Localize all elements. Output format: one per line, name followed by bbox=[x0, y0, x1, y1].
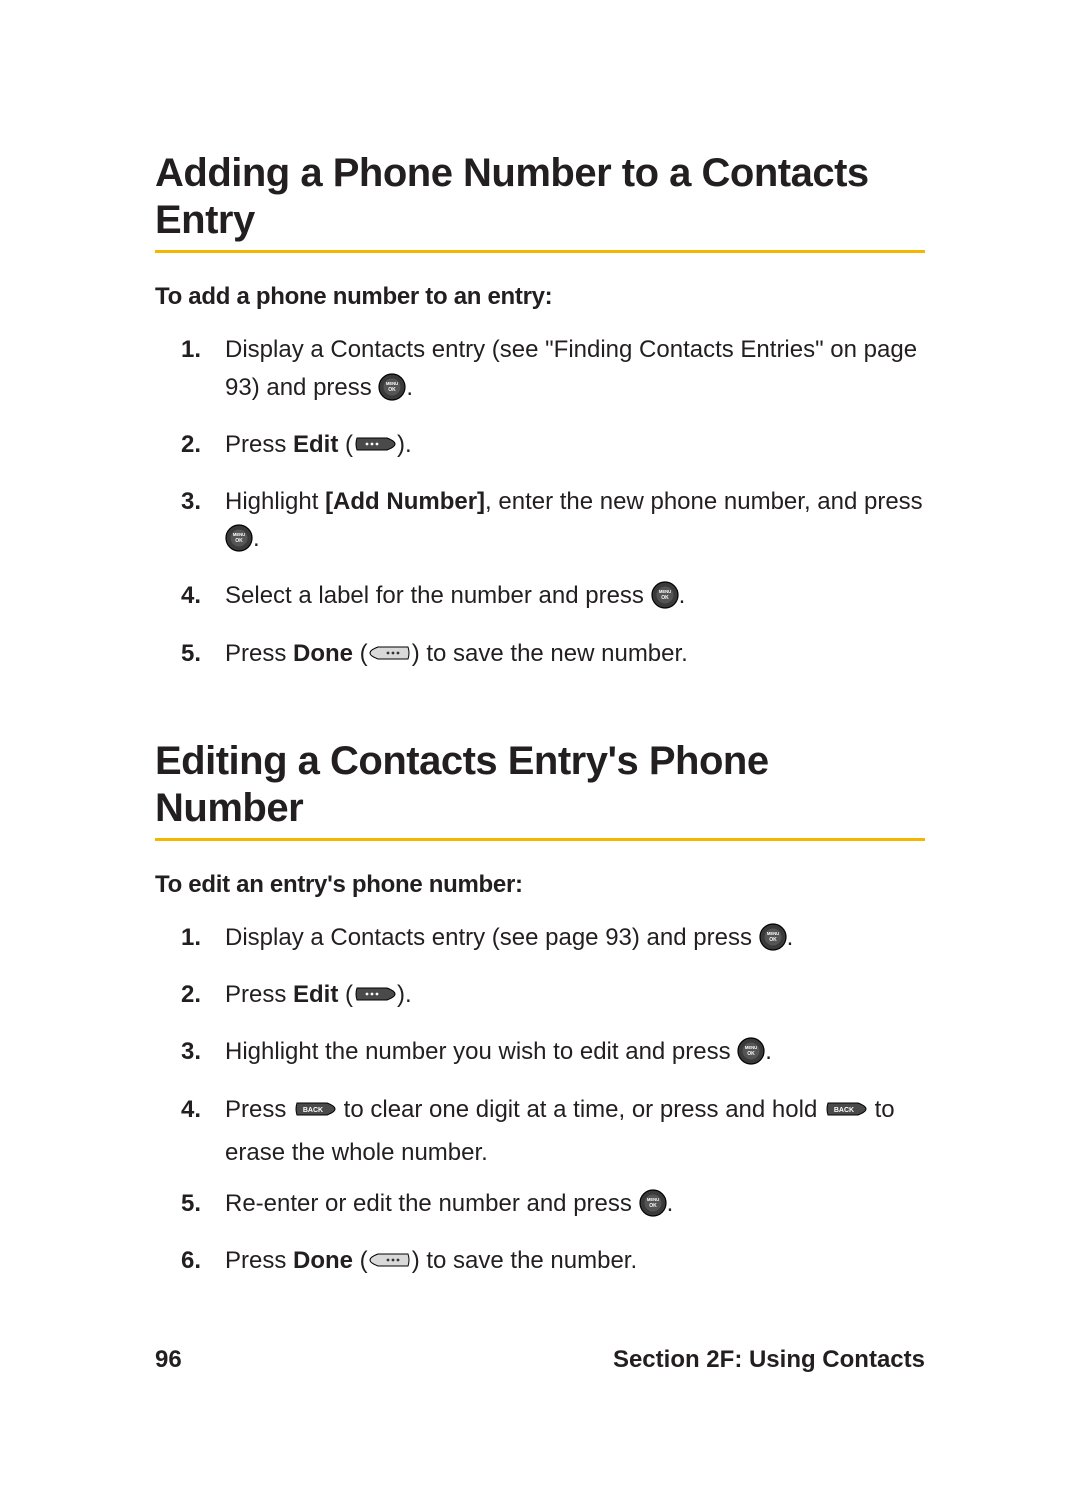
step: 1. Display a Contacts entry (see page 93… bbox=[225, 919, 925, 962]
step-text: to clear one digit at a time, or press a… bbox=[337, 1096, 824, 1123]
step-number: 4. bbox=[181, 1091, 201, 1128]
step-text: ( bbox=[338, 981, 353, 1008]
step: 4. Press to clear one digit at a time, o… bbox=[225, 1091, 925, 1171]
step-bold: Done bbox=[293, 640, 353, 667]
heading-rule bbox=[155, 838, 925, 841]
step-text: . bbox=[406, 374, 413, 401]
step-text: . bbox=[765, 1038, 772, 1065]
page-number: 96 bbox=[155, 1346, 182, 1374]
manual-page: Adding a Phone Number to a Contacts Entr… bbox=[0, 0, 1080, 1512]
step-number: 1. bbox=[181, 919, 201, 956]
step: 2. Press Edit (). bbox=[225, 426, 925, 469]
left-softkey-icon bbox=[368, 639, 412, 678]
step: 2. Press Edit (). bbox=[225, 976, 925, 1019]
step-text: ( bbox=[338, 431, 353, 458]
menu-ok-button-icon bbox=[378, 373, 406, 412]
step: 4. Select a label for the number and pre… bbox=[225, 577, 925, 620]
step-text: ) to save the new number. bbox=[412, 640, 688, 667]
step-text: . bbox=[667, 1190, 674, 1217]
page-footer: 96 Section 2F: Using Contacts bbox=[155, 1346, 925, 1374]
step-text: , enter the new phone number, and press bbox=[485, 488, 923, 515]
step-text: Press bbox=[225, 640, 293, 667]
step-number: 1. bbox=[181, 331, 201, 368]
step-number: 3. bbox=[181, 483, 201, 520]
step-text: . bbox=[253, 525, 260, 552]
step: 5. Re-enter or edit the number and press… bbox=[225, 1185, 925, 1228]
steps-add-number: 1. Display a Contacts entry (see "Findin… bbox=[155, 331, 925, 677]
step: 6. Press Done () to save the number. bbox=[225, 1242, 925, 1285]
step-number: 2. bbox=[181, 426, 201, 463]
step-text: ( bbox=[353, 640, 368, 667]
subhead-add-number: To add a phone number to an entry: bbox=[155, 283, 925, 311]
step-text: . bbox=[787, 924, 794, 951]
step-text: ). bbox=[397, 431, 412, 458]
step-text: ) to save the number. bbox=[412, 1247, 637, 1274]
menu-ok-button-icon bbox=[759, 923, 787, 962]
step: 3. Highlight [Add Number], enter the new… bbox=[225, 483, 925, 563]
step-text: Re-enter or edit the number and press bbox=[225, 1190, 639, 1217]
step-text: ( bbox=[353, 1247, 368, 1274]
menu-ok-button-icon bbox=[737, 1037, 765, 1076]
step-text: Display a Contacts entry (see page 93) a… bbox=[225, 924, 759, 951]
left-softkey-icon bbox=[368, 1246, 412, 1285]
step-bold: [Add Number] bbox=[325, 488, 485, 515]
menu-ok-button-icon bbox=[639, 1189, 667, 1228]
menu-ok-button-icon bbox=[225, 524, 253, 563]
back-key-icon bbox=[293, 1095, 337, 1134]
step: 3. Highlight the number you wish to edit… bbox=[225, 1033, 925, 1076]
step-text: . bbox=[679, 582, 686, 609]
step-text: Highlight the number you wish to edit an… bbox=[225, 1038, 737, 1065]
heading-edit-number: Editing a Contacts Entry's Phone Number bbox=[155, 738, 925, 832]
step-bold: Done bbox=[293, 1247, 353, 1274]
step-text: Press bbox=[225, 1096, 293, 1123]
menu-ok-button-icon bbox=[651, 581, 679, 620]
step-text: Press bbox=[225, 981, 293, 1008]
step-number: 2. bbox=[181, 976, 201, 1013]
right-softkey-icon bbox=[353, 980, 397, 1019]
step-number: 5. bbox=[181, 635, 201, 672]
step-text: Select a label for the number and press bbox=[225, 582, 651, 609]
step-number: 3. bbox=[181, 1033, 201, 1070]
step-number: 5. bbox=[181, 1185, 201, 1222]
step-text: Highlight bbox=[225, 488, 325, 515]
right-softkey-icon bbox=[353, 430, 397, 469]
step: 1. Display a Contacts entry (see "Findin… bbox=[225, 331, 925, 411]
subhead-edit-number: To edit an entry's phone number: bbox=[155, 871, 925, 899]
step-bold: Edit bbox=[293, 431, 338, 458]
step-number: 4. bbox=[181, 577, 201, 614]
steps-edit-number: 1. Display a Contacts entry (see page 93… bbox=[155, 919, 925, 1285]
section-label: Section 2F: Using Contacts bbox=[613, 1346, 925, 1374]
step-text: Press bbox=[225, 1247, 293, 1274]
step-text: Display a Contacts entry (see "Finding C… bbox=[225, 336, 917, 400]
step-number: 6. bbox=[181, 1242, 201, 1279]
heading-add-number: Adding a Phone Number to a Contacts Entr… bbox=[155, 150, 925, 244]
step-text: Press bbox=[225, 431, 293, 458]
step: 5. Press Done () to save the new number. bbox=[225, 635, 925, 678]
step-text: ). bbox=[397, 981, 412, 1008]
heading-rule bbox=[155, 250, 925, 253]
step-bold: Edit bbox=[293, 981, 338, 1008]
back-key-icon bbox=[824, 1095, 868, 1134]
